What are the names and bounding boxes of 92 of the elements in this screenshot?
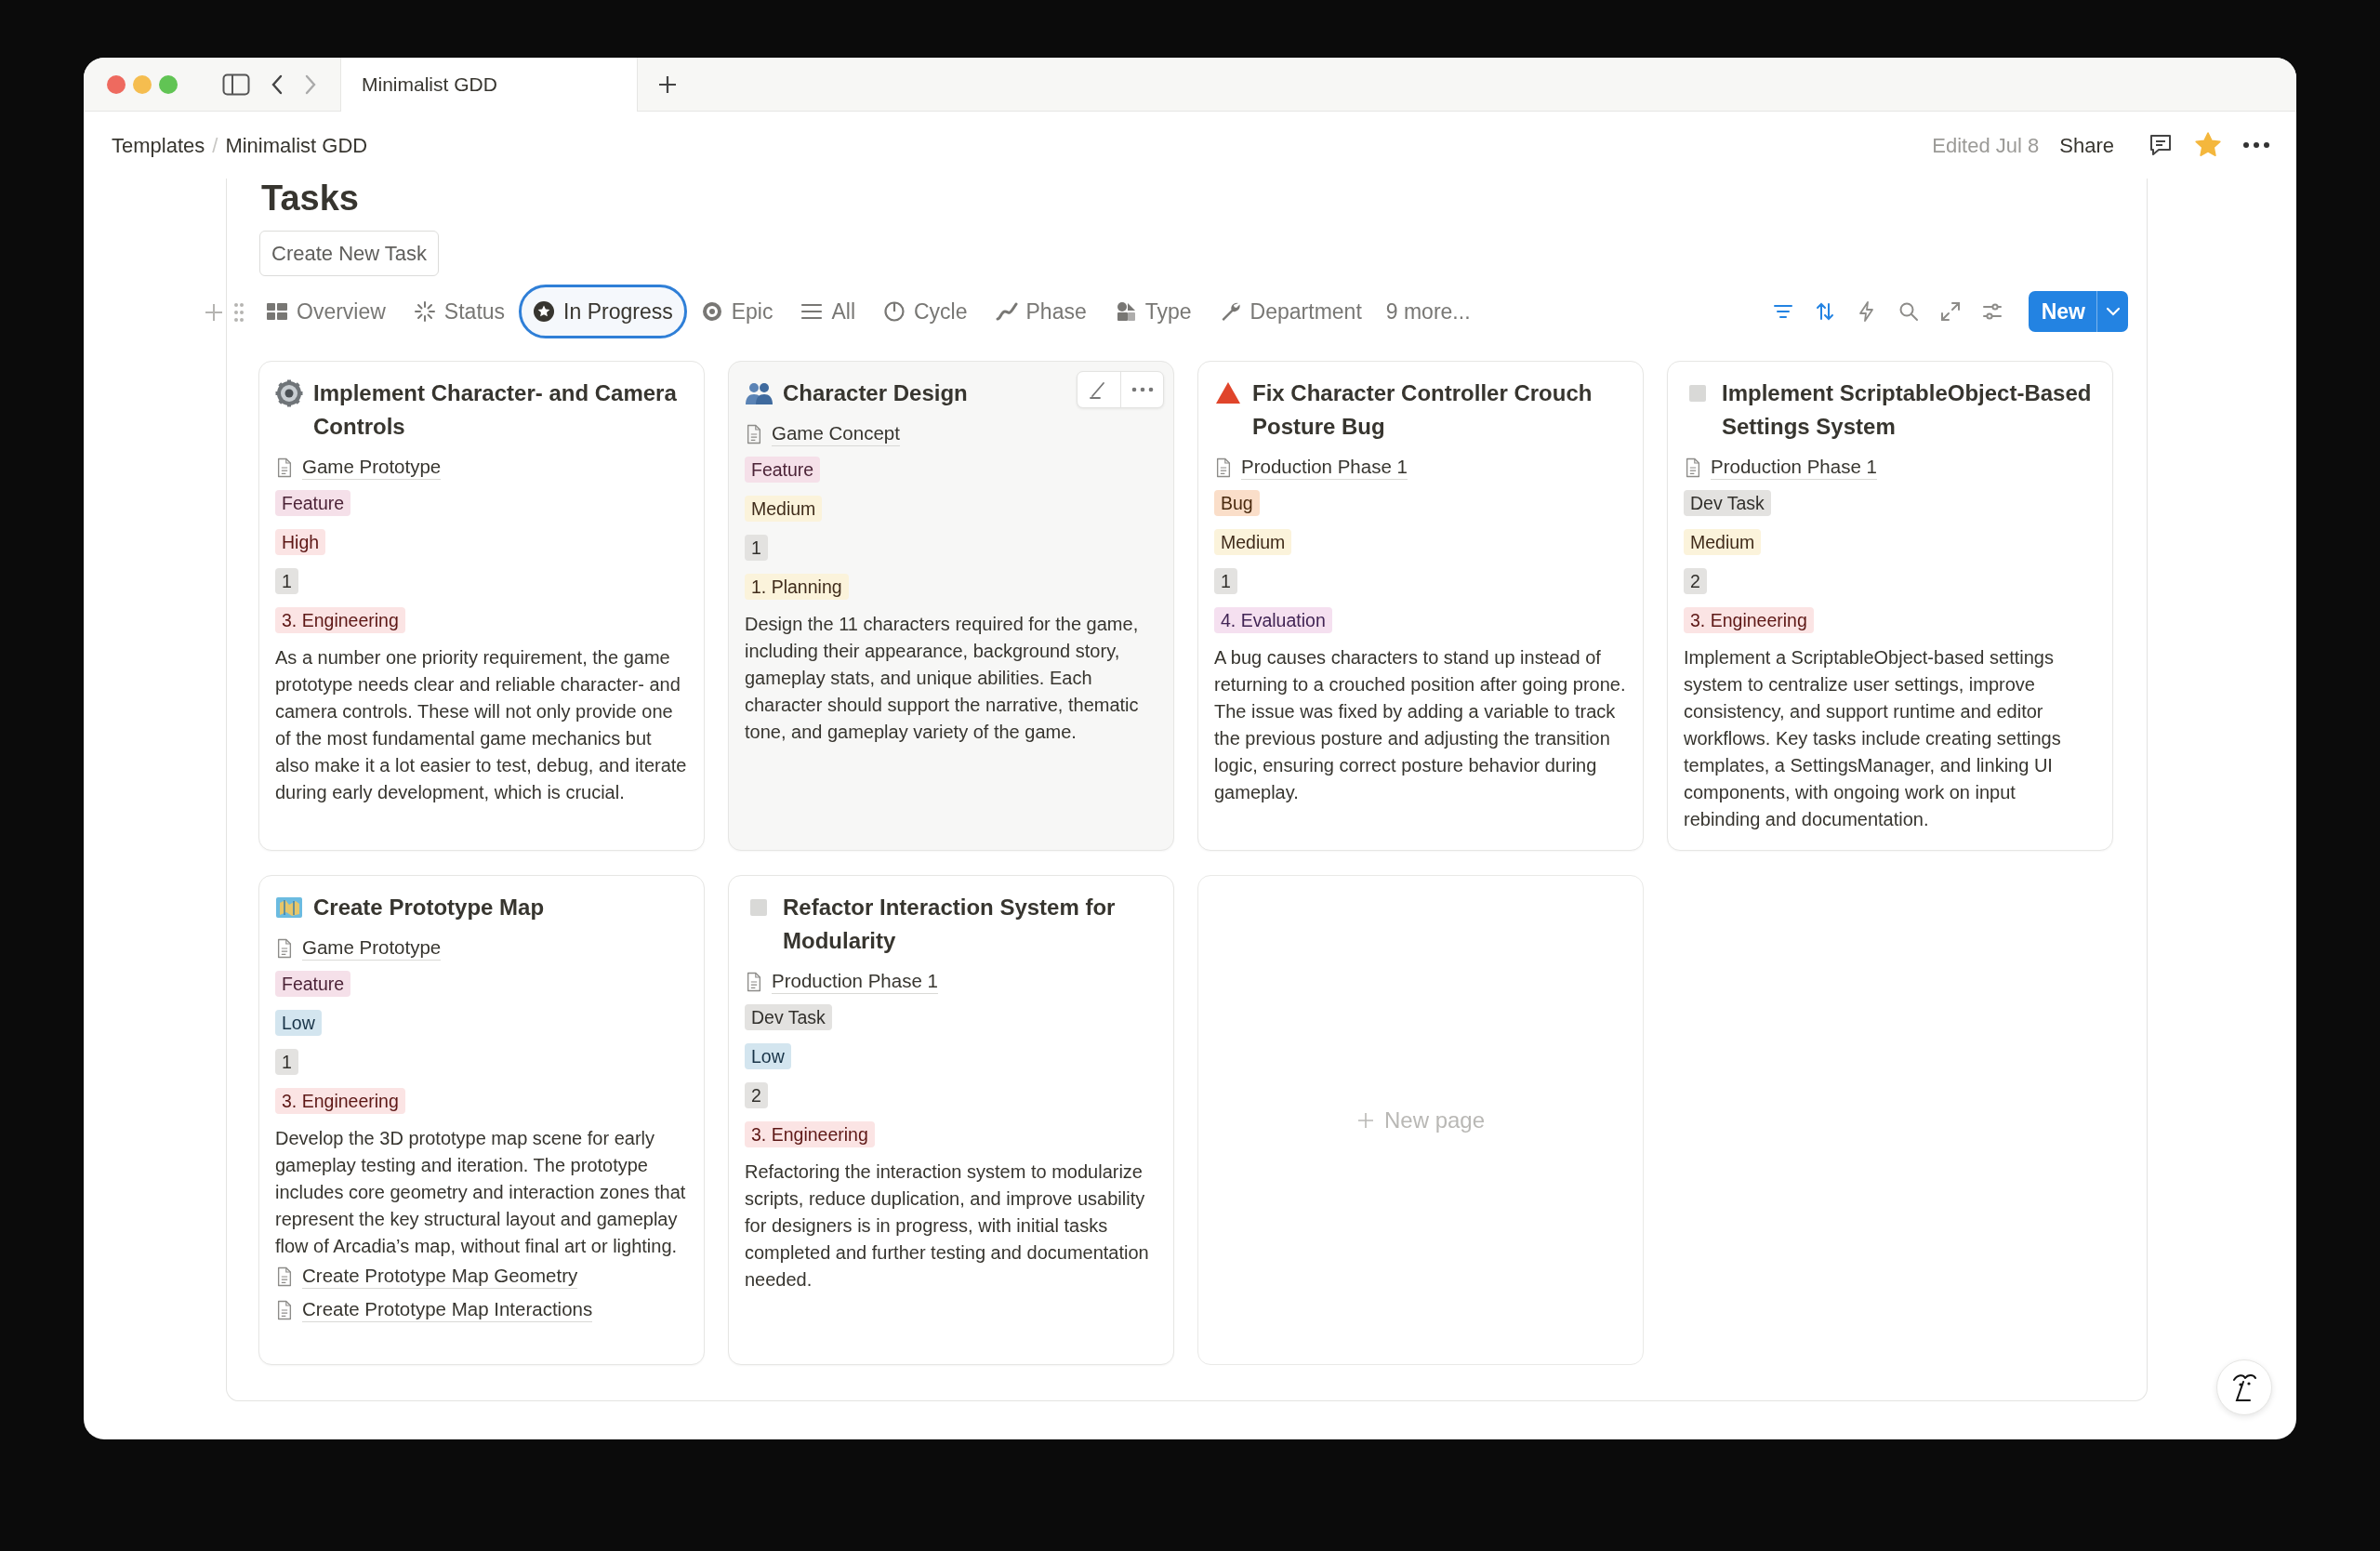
edited-label: Edited Jul 8 [1932, 132, 2040, 159]
comment-icon[interactable] [2148, 132, 2174, 158]
create-task-button[interactable]: Create New Task [259, 231, 440, 276]
page-icon [745, 423, 763, 445]
sparkle-icon [413, 300, 436, 323]
back-icon[interactable] [271, 73, 284, 96]
tag: Low [275, 1010, 322, 1036]
tag: Bug [1214, 490, 1260, 516]
subpage-link[interactable]: Create Prototype Map Geometry [302, 1265, 578, 1289]
tag: Feature [275, 971, 351, 997]
window-control[interactable] [159, 74, 178, 94]
tag: 2 [745, 1082, 768, 1108]
tag: 3. Engineering [275, 1088, 405, 1114]
tag: 1 [1214, 568, 1237, 594]
pie-icon [883, 300, 906, 323]
view-tab[interactable]: Epic [686, 284, 787, 339]
card-description: Develop the 3D prototype map scene for early gameplay testing and iteration. The prototype includes core geometry and interaction zones that represent the key structural layout and gameplay flow of Arcadia’s map, without final art or lighting. [275, 1127, 687, 1258]
card-description: Refactoring the interaction system to modularize scripts, reduce duplication, and improve usability for designers is in progress, with initial tasks completed and further testing and documentation needed. [745, 1160, 1150, 1292]
tag: 1 [275, 568, 298, 594]
card-title: Implement Character- and Camera Controls [313, 379, 678, 441]
plus-icon [1355, 1110, 1375, 1130]
task-card[interactable] [1197, 361, 1644, 851]
relation-link[interactable]: Game Prototype [302, 456, 442, 480]
subpage-link[interactable]: Create Prototype Map Interactions [302, 1298, 593, 1322]
tag: 1 [745, 535, 768, 561]
card-description: Implement a ScriptableObject-based settings system to centralize user settings, improve consistency, and support runtime and editor workflows. Key tasks include creating settings templates, a SettingsManager, and linking UI components, with ongoing work on input rebinding and documentation. [1684, 646, 2062, 831]
page-title: Tasks [261, 179, 360, 216]
page-icon [1214, 457, 1233, 479]
task-card[interactable] [258, 361, 705, 851]
table-icon [266, 300, 288, 323]
tag: Dev Task [1684, 490, 1771, 516]
relation-link[interactable]: Game Prototype [302, 936, 442, 961]
chart-icon [995, 300, 1018, 323]
tag: Medium [1684, 529, 1762, 555]
tag: 1 [275, 1049, 298, 1075]
tag: High [275, 529, 326, 555]
page-icon [745, 971, 763, 993]
view-tab[interactable]: Type [1100, 284, 1206, 339]
tag: Dev Task [745, 1004, 832, 1030]
card-description: A bug causes characters to stand up instead of returning to a crouched position after going prone. The issue was fixed by adding a variable to track the previous posture and adjusting the transition logic, ensuring correct posture behavior during gameplay. [1214, 646, 1626, 804]
tag: Feature [745, 457, 821, 483]
breadcrumb-link[interactable]: Templates [112, 129, 205, 161]
relation-link[interactable]: Production Phase 1 [1711, 456, 1877, 480]
assistant-icon[interactable] [2216, 1359, 2272, 1415]
card-title: Implement ScriptableObject-Based Settings System [1722, 379, 2093, 441]
tag: Medium [745, 496, 823, 522]
drag-handle-icon[interactable] [233, 300, 245, 323]
page-icon [1684, 457, 1702, 479]
card-description: Design the 11 characters required for the game, including their appearance, background story, gameplay stats, and unique abilities. Each character should support the narrative, thematic tone, and gameplay variety of the game. [745, 613, 1140, 744]
breadcrumb-link[interactable]: Minimalist GDD [225, 129, 368, 161]
page-icon [275, 937, 294, 960]
share-button[interactable]: Share [2059, 129, 2114, 161]
star-icon[interactable] [2194, 131, 2222, 159]
relation-link[interactable]: Production Phase 1 [1241, 456, 1408, 480]
view-tab[interactable]: Phase [981, 284, 1101, 339]
tag: 4. Evaluation [1214, 607, 1332, 633]
tag: 3. Engineering [745, 1121, 875, 1147]
tag: Medium [1214, 529, 1292, 555]
view-tab[interactable]: Cycle [869, 284, 982, 339]
card-title: Character Design [783, 379, 969, 407]
task-card[interactable] [728, 875, 1174, 1365]
tag: 2 [1684, 568, 1707, 594]
card-title: Create Prototype Map [313, 894, 545, 921]
more-icon[interactable] [2242, 141, 2270, 149]
task-card[interactable] [728, 361, 1174, 851]
tag: 1. Planning [745, 574, 849, 600]
view-tab[interactable]: Overview [252, 284, 400, 339]
page-icon [275, 1266, 294, 1288]
star-circle-icon [533, 300, 556, 323]
page-icon [275, 1299, 294, 1321]
card-description: As a number one priority requirement, the game prototype needs clear and reliable character- and camera controls. These will not only provide one of the most fundamental game mechanics but also make it a lot easier to test, debug, and iterate during early development, which is crucial. [275, 646, 687, 804]
tag: 3. Engineering [275, 607, 405, 633]
view-tab[interactable]: All [787, 284, 869, 339]
tag: Low [745, 1043, 791, 1069]
view-tab[interactable]: Status [399, 284, 520, 339]
card-title: Fix Character Controller Crouch Posture Bug [1252, 379, 1593, 441]
sidebar-icon[interactable] [222, 73, 250, 96]
tag: 3. Engineering [1684, 607, 1814, 633]
view-tab[interactable]: In Progress [519, 284, 687, 339]
page-icon [275, 457, 294, 479]
card-title: Refactor Interaction System for Modularity [783, 894, 1117, 955]
task-card[interactable] [258, 875, 705, 1365]
task-card[interactable] [1667, 361, 2113, 851]
breadcrumb-separator: / [212, 132, 218, 159]
relation-link[interactable]: Game Concept [772, 422, 900, 446]
browser-tab[interactable]: Minimalist GDD [340, 58, 638, 112]
relation-link[interactable]: Production Phase 1 [772, 970, 938, 994]
tag: Feature [275, 490, 351, 516]
forward-icon[interactable] [304, 73, 317, 96]
target-icon [700, 300, 723, 323]
window-control[interactable] [107, 74, 126, 94]
gear-icon [275, 379, 303, 407]
